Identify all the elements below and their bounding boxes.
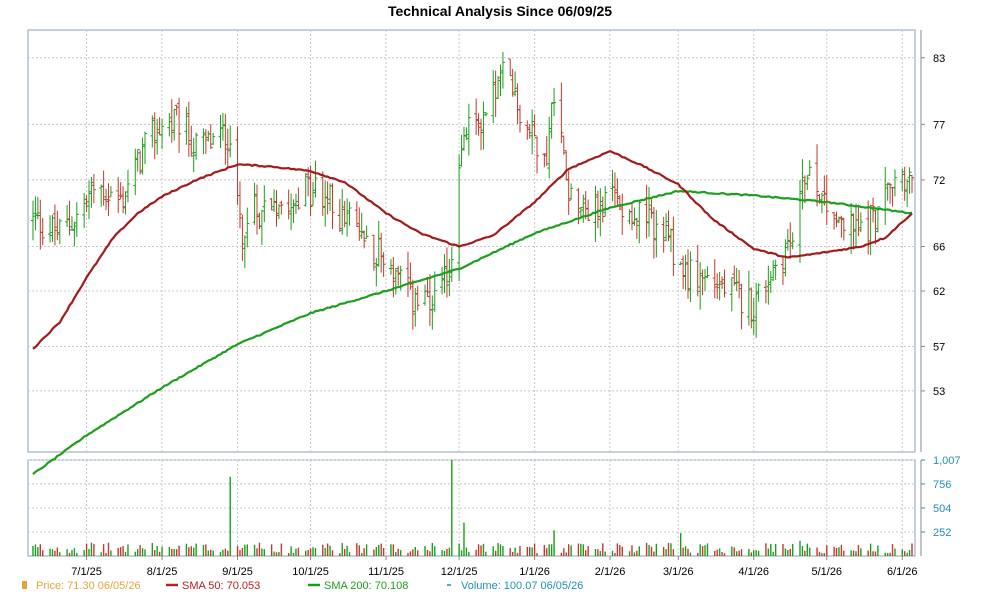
price-axis: 83 77 72 66 62 57 53	[920, 30, 945, 452]
sma-lines	[32, 150, 913, 475]
volume-axis: 252 504 756 1,007	[920, 455, 961, 556]
volume-tick-label: 1,007	[933, 455, 961, 467]
legend-price-label: Price: 71.30 06/05/26	[36, 580, 141, 592]
x-tick-label: 5/1/26	[811, 566, 842, 578]
x-tick-label: 4/1/26	[738, 566, 769, 578]
x-tick-label: 9/1/25	[222, 566, 253, 578]
x-tick-label: 6/1/26	[887, 566, 918, 578]
price-tick-label: 66	[933, 242, 945, 254]
x-tick-label: 2/1/26	[595, 566, 626, 578]
price-tick-label: 57	[933, 342, 945, 354]
x-tick-label: 7/1/25	[71, 566, 102, 578]
price-tick-label: 77	[933, 119, 945, 131]
legend-volume-label: Volume: 100.07 06/05/26	[461, 580, 583, 592]
price-tick-label: 53	[933, 386, 945, 398]
legend-price-swatch	[22, 581, 27, 589]
x-tick-label: 10/1/25	[292, 566, 329, 578]
volume-grid	[27, 459, 916, 557]
legend-sma50-label: SMA 50: 70.053	[182, 580, 260, 592]
x-tick-label: 8/1/25	[147, 566, 178, 578]
volume-tick-label: 756	[933, 479, 951, 491]
x-tick-label: 11/1/25	[368, 566, 404, 578]
price-tick-label: 83	[933, 53, 945, 65]
volume-tick-label: 504	[933, 503, 951, 515]
legend-sma200-label: SMA 200: 70.108	[324, 580, 408, 592]
x-tick-label: 3/1/26	[663, 566, 694, 578]
x-tick-label: 12/1/25	[441, 566, 478, 578]
chart-title: Technical Analysis Since 06/09/25	[388, 3, 612, 19]
price-tick-label: 62	[933, 286, 945, 298]
sma50-line	[32, 150, 913, 350]
x-axis: 7/1/25 8/1/25 9/1/25 10/1/25 11/1/25 12/1/25 1…	[71, 556, 918, 578]
technical-analysis-chart: Technical Analysis Since 06/09/25 83 77 72…	[22, 3, 961, 592]
legend: Price: 71.30 06/05/26 SMA 50: 70.053 SMA 2…	[22, 580, 583, 592]
price-tick-label: 72	[933, 175, 945, 187]
volume-tick-label: 252	[933, 527, 951, 539]
x-tick-label: 1/1/26	[519, 566, 550, 578]
sma200-line	[32, 189, 913, 475]
